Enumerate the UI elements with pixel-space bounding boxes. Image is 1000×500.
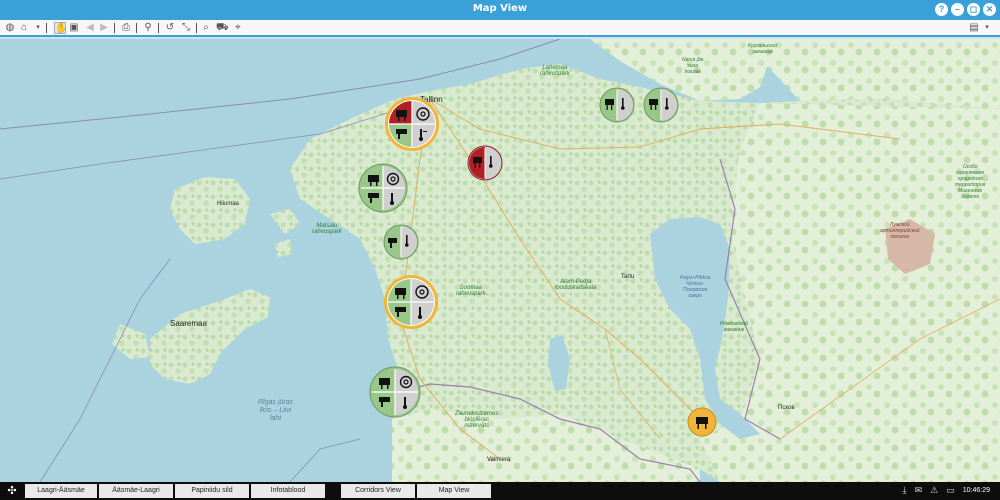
device-group-marker[interactable]: [383, 224, 419, 260]
map-label-valmiera: Valmiera: [487, 457, 511, 463]
system-tray: ⤓ ✉ ⚠ ▭ 10:46:29: [903, 485, 990, 496]
device-group-marker[interactable]: [369, 366, 421, 418]
mail-icon[interactable]: ✉: [915, 485, 923, 496]
device-group-marker[interactable]: [687, 407, 717, 437]
map-label-soomaa: Soomaa rahvuspark: [456, 285, 486, 297]
download-icon[interactable]: ⤓: [903, 485, 907, 496]
warning-icon[interactable]: ⚠: [930, 485, 938, 496]
home-icon[interactable]: ⌂: [18, 22, 30, 34]
pin-icon[interactable]: ⚲: [142, 22, 154, 34]
map-label-hiiumaa: Hiiumaa: [217, 201, 240, 207]
zoom-box-icon[interactable]: ▣: [68, 22, 80, 34]
history-icon[interactable]: ↺: [164, 22, 176, 34]
layers-dropdown-icon[interactable]: ▾: [981, 22, 993, 34]
close-button[interactable]: ✕: [983, 3, 996, 16]
toolbar-divider: [46, 23, 47, 33]
taskbar: ✣ Laagri-Ääsmäe Ääsmäe-Laagri Papiniidu …: [0, 482, 1000, 500]
toolbar-divider: [114, 23, 115, 33]
restore-button[interactable]: ◻: [967, 3, 980, 16]
battery-icon[interactable]: ▭: [946, 485, 955, 496]
hand-pan-icon[interactable]: ✋: [54, 22, 67, 34]
map-label-tartu: Tartu: [621, 274, 635, 280]
map-label-alam-pedja: Alam-Pedja looduskaitseala: [555, 279, 597, 291]
tab-map-view[interactable]: Map View: [417, 484, 491, 498]
device-group-marker[interactable]: [358, 163, 408, 213]
toolbar-divider: [136, 23, 137, 33]
tab-aasmae-laagri[interactable]: Ääsmäe-Laagri: [99, 484, 173, 498]
tab-empty[interactable]: [327, 484, 339, 498]
window-controls: ? – ◻ ✕: [935, 3, 996, 16]
map-label-pskov: Псков: [778, 405, 795, 411]
map-canvas[interactable]: Tallinn Tartu Valmiera Псков Saaremaa Hi…: [0, 39, 1000, 482]
device-group-marker[interactable]: [599, 87, 635, 123]
map-label-peipsi: Peipsi-Pihkva Чудско- Псковское озеро: [680, 275, 711, 299]
tab-infotablood[interactable]: Infotablood: [251, 484, 325, 498]
tab-corridors-view[interactable]: Corridors View: [341, 484, 415, 498]
zoom-in-icon[interactable]: ⌕: [200, 22, 212, 34]
print-icon[interactable]: ⎙: [120, 22, 132, 34]
map-toolbar: ◍ ⌂ ▾ ✋ ▣ ◀ ▶ ⎙ ⚲ ↺ ⤡ ⌕ ⛟ ⌖ ▤ ▾: [0, 20, 1000, 37]
crosshair-icon[interactable]: ⌖: [232, 22, 244, 34]
device-group-marker[interactable]: [467, 145, 503, 181]
map-label-gulf-of-riga: Rīgas jūras līcis – Liivi laht: [258, 399, 294, 423]
minimize-button[interactable]: –: [951, 3, 964, 16]
clock: 10:46:29: [962, 487, 990, 494]
layers-icon[interactable]: ▤: [968, 22, 980, 34]
map-label-saaremaa: Saaremaa: [170, 319, 207, 328]
title-bar: Map View ? – ◻ ✕: [0, 0, 1000, 20]
toolbar-divider: [196, 23, 197, 33]
map-basemap: [0, 39, 1000, 482]
toolbar-divider: [158, 23, 159, 33]
device-group-marker[interactable]: [643, 87, 679, 123]
tab-papiniidu-sild[interactable]: Papiniidu sild: [175, 484, 249, 498]
forward-icon[interactable]: ▶: [98, 22, 110, 34]
map-label-ru-reserve: Особо охраняемая природная территория Мш…: [955, 164, 986, 200]
globe-icon[interactable]: ◍: [4, 22, 16, 34]
vehicle-icon[interactable]: ⛟: [216, 22, 229, 34]
map-label-narva: Narva jõe suue hoiuala: [682, 57, 704, 75]
device-group-marker[interactable]: [384, 96, 440, 152]
device-group-marker[interactable]: [383, 274, 439, 330]
map-label-remdovsky: Ремдовский заказник: [720, 321, 748, 333]
tab-laagri-aasmae[interactable]: Laagri-Ääsmäe: [25, 484, 97, 498]
map-label-lahemaa: Lahemaa rahvuspark: [540, 65, 570, 77]
map-label-kurgalsky: Кургальский заказник: [748, 43, 778, 55]
help-button[interactable]: ?: [935, 3, 948, 16]
map-label-matsalu: Matsalu rahvuspark: [312, 223, 342, 235]
view-tabs: Laagri-Ääsmäe Ääsmäe-Laagri Papiniidu si…: [25, 484, 491, 498]
measure-icon[interactable]: ⤡: [180, 22, 192, 34]
app-logo-icon[interactable]: ✣: [6, 485, 18, 497]
map-label-ziemelvidzeme: Ziemeļvidzemes biosfēras rezervāts: [455, 411, 499, 429]
back-icon[interactable]: ◀: [84, 22, 96, 34]
window-title: Map View: [472, 3, 528, 14]
chevron-down-icon[interactable]: ▾: [32, 22, 44, 34]
map-label-luzhsky: Лужский артиллерийский полигон: [880, 222, 920, 240]
